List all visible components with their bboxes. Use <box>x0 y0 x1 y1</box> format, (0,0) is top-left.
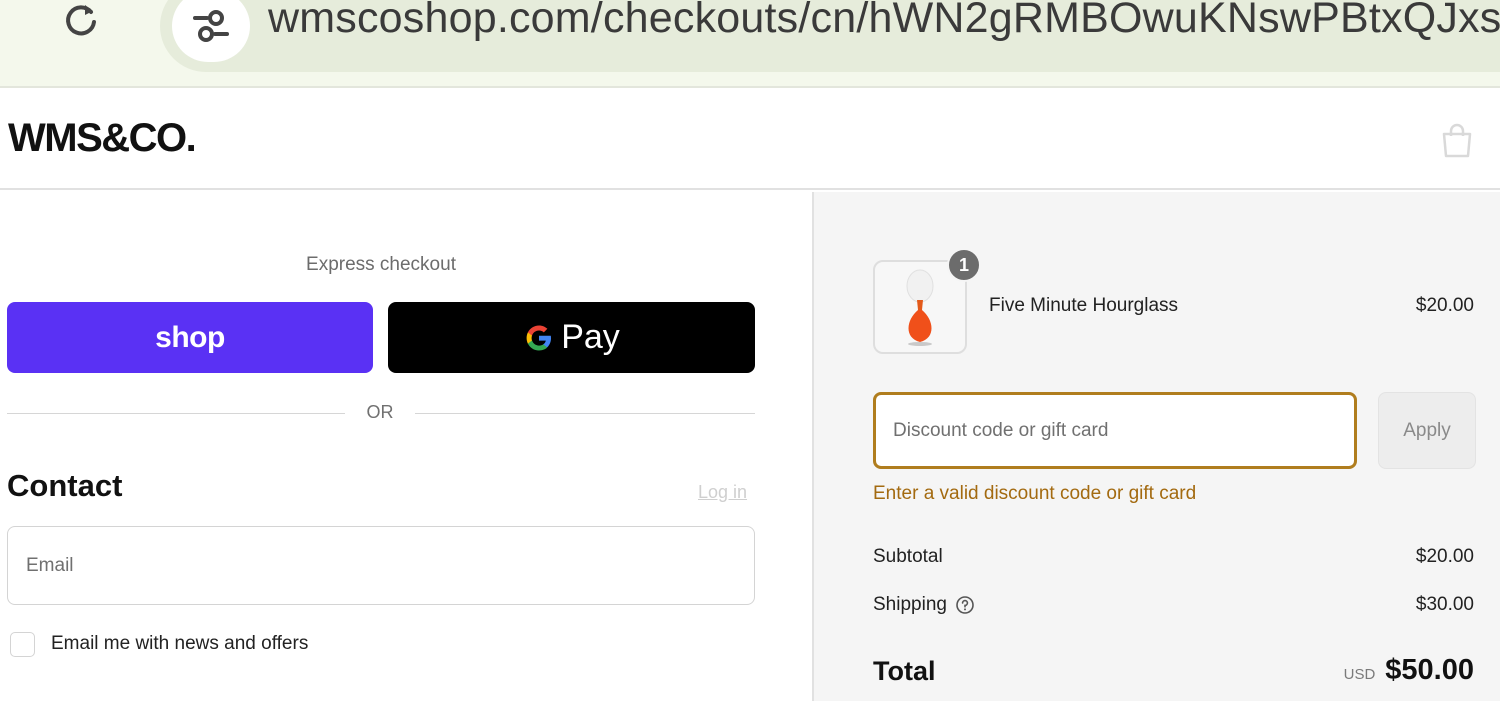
newsletter-checkbox[interactable] <box>10 631 35 657</box>
total-value: $50.00 <box>1385 654 1474 686</box>
newsletter-label: Email me with news and offers <box>51 633 309 654</box>
help-circle-icon[interactable] <box>955 595 975 615</box>
subtotal-label: Subtotal <box>873 546 943 568</box>
store-header: WMS&CO. <box>0 90 1500 190</box>
order-summary: 1 Five Minute Hourglass $20.00 Apply Ent… <box>812 192 1500 701</box>
product-name: Five Minute Hourglass <box>989 295 1179 316</box>
or-text: OR <box>366 402 394 422</box>
apply-discount-button[interactable]: Apply <box>1378 392 1476 469</box>
shop-pay-button[interactable]: shop <box>7 302 373 373</box>
subtotal-value: $20.00 <box>1415 546 1474 567</box>
subtotal-label-text: Subtotal <box>873 546 943 567</box>
quantity-badge: 1 <box>947 248 981 282</box>
google-pay-label: Pay <box>561 318 620 356</box>
newsletter-option[interactable]: Email me with news and offers <box>10 630 308 658</box>
product-price: $20.00 <box>1415 295 1474 316</box>
google-pay-button[interactable]: Pay <box>388 302 755 373</box>
contact-heading: Contact <box>7 468 123 503</box>
express-checkout-label: Express checkout <box>306 254 456 275</box>
or-divider: OR <box>7 400 755 426</box>
cart-icon[interactable] <box>1438 122 1476 160</box>
total-label: Total <box>873 656 936 686</box>
email-field[interactable] <box>7 526 755 605</box>
store-logo[interactable]: WMS&CO. <box>8 116 197 161</box>
reload-icon[interactable] <box>58 0 104 40</box>
shipping-label: Shipping <box>873 594 975 616</box>
url-text[interactable]: wmscoshop.com/checkouts/cn/hWN2gRMBOwuKN… <box>268 0 1500 43</box>
shop-button-label: shop <box>155 320 225 354</box>
discount-code-input[interactable] <box>873 392 1357 469</box>
divider-line <box>415 413 755 414</box>
shipping-value: $30.00 <box>1415 594 1474 615</box>
google-g-icon <box>523 322 555 354</box>
divider-line <box>7 413 345 414</box>
browser-toolbar: wmscoshop.com/checkouts/cn/hWN2gRMBOwuKN… <box>0 0 1500 88</box>
checkout-main: Express checkout shop Pay OR Contact Log… <box>0 192 812 701</box>
login-link[interactable]: Log in <box>698 482 747 503</box>
discount-error-message: Enter a valid discount code or gift card <box>873 483 1197 504</box>
total-currency: USD <box>1343 666 1376 683</box>
shipping-label-text: Shipping <box>873 594 947 615</box>
total-amount: USD $50.00 <box>1344 654 1474 687</box>
